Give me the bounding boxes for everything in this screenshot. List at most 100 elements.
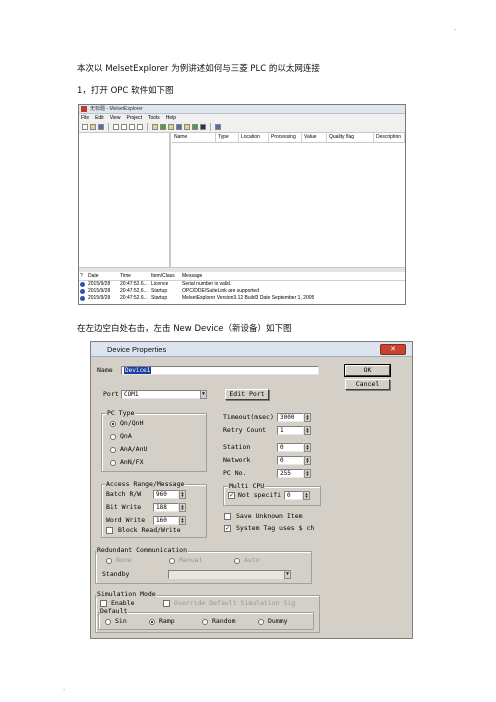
timeout-field[interactable]: 3000 bbox=[277, 413, 304, 422]
menu-view[interactable]: View bbox=[110, 114, 121, 122]
spinner-icon[interactable]: ▲ ▼ bbox=[304, 426, 311, 435]
batch-rw-field[interactable]: 960 bbox=[153, 490, 179, 499]
spinner-icon[interactable]: ▲ ▼ bbox=[304, 443, 311, 452]
edit-port-button[interactable]: Edit Port bbox=[225, 389, 269, 400]
properties-icon[interactable] bbox=[168, 124, 174, 130]
ok-button[interactable]: OK bbox=[344, 364, 391, 377]
redundant-radio[interactable] bbox=[234, 558, 240, 564]
tag-icon[interactable] bbox=[192, 124, 198, 130]
col-type[interactable]: Type bbox=[216, 133, 239, 142]
device-icon[interactable] bbox=[176, 124, 182, 130]
menu-project[interactable]: Project bbox=[126, 114, 142, 122]
name-label: Name bbox=[97, 366, 113, 374]
system-tag-checkbox[interactable]: ✓ bbox=[224, 525, 231, 532]
col-quality-flag[interactable]: Quality flag bbox=[327, 133, 374, 142]
save-icon[interactable] bbox=[98, 124, 104, 130]
device-tree-pane[interactable] bbox=[79, 133, 171, 267]
bit-write-field[interactable]: 188 bbox=[153, 503, 179, 512]
redundant-radio[interactable] bbox=[106, 558, 112, 564]
spinner-icon[interactable]: ▲ ▼ bbox=[179, 516, 186, 525]
paste-icon[interactable] bbox=[129, 124, 135, 130]
log-date: 2015/9/28 bbox=[88, 281, 111, 287]
app-icon bbox=[81, 106, 87, 112]
save-unknown-checkbox[interactable] bbox=[224, 513, 231, 520]
intro-paragraph: 本次以 MelsetExplorer 为例讲述如何与三菱 PLC 的以太网连接 bbox=[77, 64, 320, 74]
col-name[interactable]: Name bbox=[172, 133, 216, 142]
log-date: 2015/9/28 bbox=[88, 288, 111, 294]
menu-file[interactable]: File bbox=[81, 114, 89, 122]
cancel-button[interactable]: Cancel bbox=[345, 379, 390, 390]
footer-dot: . bbox=[63, 684, 66, 692]
pc-type-radio[interactable] bbox=[110, 434, 116, 440]
copy-icon[interactable] bbox=[121, 124, 127, 130]
standby-select[interactable] bbox=[168, 570, 291, 579]
group-icon[interactable] bbox=[184, 124, 190, 130]
not-specified-checkbox[interactable]: ✓ bbox=[228, 492, 235, 499]
explorer-menubar: File Edit View Project Tools Help bbox=[79, 114, 405, 122]
col-description[interactable]: Description bbox=[374, 133, 405, 142]
retry-count-field[interactable]: 1 bbox=[277, 426, 304, 435]
signal-option: Ramp bbox=[159, 617, 175, 625]
spinner-icon[interactable]: ▲ ▼ bbox=[303, 491, 310, 500]
chevron-down-icon[interactable]: ▼ bbox=[284, 570, 291, 579]
pc-type-radio[interactable] bbox=[110, 460, 116, 466]
toolbar-separator bbox=[147, 123, 148, 131]
signal-radio[interactable] bbox=[105, 619, 111, 625]
menu-tools[interactable]: Tools bbox=[148, 114, 160, 122]
station-field[interactable]: 0 bbox=[277, 443, 304, 452]
pc-type-option: AnN/FX bbox=[120, 458, 144, 466]
override-label: Override Default Simulation Sig bbox=[174, 599, 296, 607]
cut-icon[interactable] bbox=[113, 124, 119, 130]
pc-type-radio[interactable] bbox=[110, 421, 116, 427]
log-row[interactable]: 2015/9/28 20:47:52.6... Startup OPC/DDE/… bbox=[79, 288, 405, 295]
signal-radio[interactable] bbox=[202, 619, 208, 625]
pc-type-label: PC Type bbox=[106, 409, 136, 417]
open-icon[interactable] bbox=[90, 124, 96, 130]
log-header: ? Date Time Item/Class Message bbox=[79, 272, 405, 281]
name-field[interactable]: Device1 bbox=[121, 366, 319, 375]
chevron-down-icon[interactable]: ▼ bbox=[200, 390, 207, 399]
redundant-label: Redundant Communication bbox=[96, 546, 189, 554]
spinner-icon[interactable]: ▲ ▼ bbox=[179, 503, 186, 512]
pc-type-option: AnA/AnU bbox=[120, 445, 148, 453]
multi-cpu-field[interactable]: 0 bbox=[284, 491, 303, 500]
network-label: Network bbox=[223, 456, 251, 464]
log-col-message: Message bbox=[182, 273, 203, 279]
close-icon[interactable]: ✕ bbox=[380, 344, 406, 355]
signal-radio[interactable] bbox=[149, 619, 155, 625]
override-checkbox[interactable] bbox=[163, 600, 170, 607]
spinner-icon[interactable]: ▲ ▼ bbox=[304, 469, 311, 478]
delete-icon[interactable] bbox=[137, 124, 143, 130]
check-icon[interactable] bbox=[160, 124, 166, 130]
signal-option: Dummy bbox=[268, 617, 288, 625]
block-rw-checkbox[interactable] bbox=[106, 527, 113, 534]
menu-edit[interactable]: Edit bbox=[95, 114, 104, 122]
folder-icon[interactable] bbox=[152, 124, 158, 130]
log-row[interactable]: 2015/9/28 20:47:52.6... Licence Serial n… bbox=[79, 281, 405, 288]
info-icon bbox=[80, 296, 85, 301]
enable-checkbox[interactable] bbox=[100, 600, 107, 607]
spinner-icon[interactable]: ▲ ▼ bbox=[304, 413, 311, 422]
new-icon[interactable] bbox=[82, 124, 88, 130]
word-write-field[interactable]: 160 bbox=[153, 516, 179, 525]
system-tag-label: System Tag uses $ ch bbox=[236, 524, 315, 532]
log-row[interactable]: 2015/9/28 20:47:52.6... Startup MelsetEx… bbox=[79, 295, 405, 302]
log-message: MelsetExplorer Version3.12 Build3 Date S… bbox=[182, 295, 315, 301]
monitor-icon[interactable] bbox=[200, 124, 206, 130]
col-value[interactable]: Value bbox=[302, 133, 327, 142]
log-date: 2015/9/28 bbox=[88, 295, 111, 301]
pc-no-field[interactable]: 255 bbox=[277, 469, 304, 478]
spinner-icon[interactable]: ▲ ▼ bbox=[304, 456, 311, 465]
port-select[interactable]: COM1 bbox=[121, 390, 207, 399]
col-processing[interactable]: Processing bbox=[269, 133, 302, 142]
pc-type-radio[interactable] bbox=[110, 447, 116, 453]
signal-radio[interactable] bbox=[258, 619, 264, 625]
redundant-radio[interactable] bbox=[169, 558, 175, 564]
spinner-icon[interactable]: ▲ ▼ bbox=[179, 490, 186, 499]
help-icon[interactable] bbox=[215, 124, 221, 130]
not-specified-label: Not specifi bbox=[238, 491, 282, 499]
col-location[interactable]: Location bbox=[239, 133, 269, 142]
log-class: Licence bbox=[151, 281, 169, 287]
network-field[interactable]: 0 bbox=[277, 456, 304, 465]
menu-help[interactable]: Help bbox=[166, 114, 176, 122]
